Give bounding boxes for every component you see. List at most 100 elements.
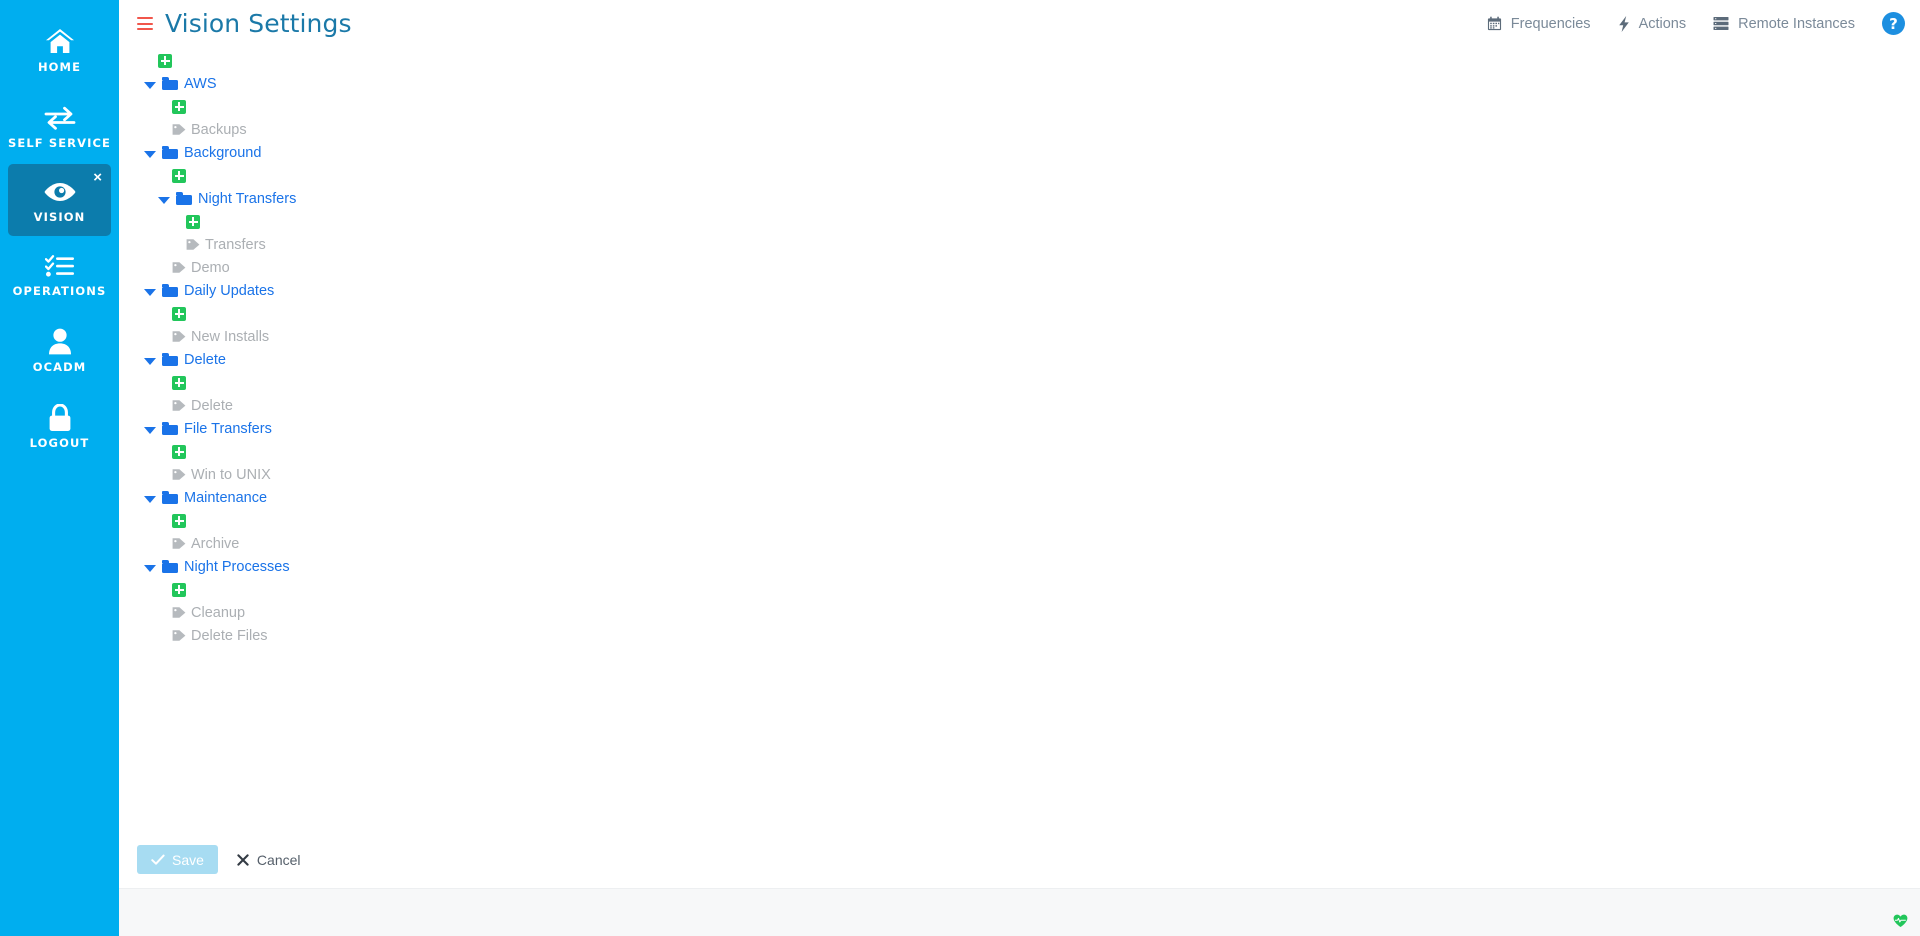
- lightning-bolt-icon: [1618, 15, 1630, 32]
- add-plus-icon[interactable]: [172, 306, 186, 321]
- top-header: Vision Settings Frequencies Actions Remo…: [119, 0, 1920, 47]
- check-icon: [151, 854, 165, 866]
- tag-icon: [172, 468, 186, 481]
- caret-down-icon[interactable]: [143, 146, 156, 159]
- tree-tag-node[interactable]: Archive: [119, 532, 1920, 555]
- nav-remote-instances[interactable]: Remote Instances: [1713, 16, 1855, 32]
- folder-icon: [162, 491, 178, 504]
- tree-add-row: [119, 578, 1920, 601]
- add-plus-icon[interactable]: [186, 214, 200, 229]
- tree-folder-node[interactable]: Maintenance: [119, 486, 1920, 509]
- sidebar-item-ocadm[interactable]: OCADM: [0, 312, 119, 388]
- tag-icon: [172, 123, 186, 136]
- tree-folder-node[interactable]: AWS: [119, 72, 1920, 95]
- tree-folder-node[interactable]: Daily Updates: [119, 279, 1920, 302]
- help-button[interactable]: ?: [1882, 12, 1905, 35]
- tree-tag-label[interactable]: Archive: [191, 536, 239, 552]
- page-title: Vision Settings: [165, 9, 352, 38]
- caret-down-icon[interactable]: [157, 192, 170, 205]
- exchange-arrows-icon: [44, 103, 76, 133]
- tree-folder-label[interactable]: Background: [184, 145, 261, 161]
- nav-actions[interactable]: Actions: [1618, 15, 1686, 32]
- tree-folder-label[interactable]: Delete: [184, 352, 226, 368]
- tree-add-row: [119, 49, 1920, 72]
- add-plus-icon[interactable]: [172, 513, 186, 528]
- sidebar-item-label: OPERATIONS: [12, 283, 107, 298]
- nav-frequencies[interactable]: Frequencies: [1487, 16, 1591, 32]
- add-plus-icon[interactable]: [172, 582, 186, 597]
- caret-down-icon[interactable]: [143, 77, 156, 90]
- tree-tag-label[interactable]: Win to UNIX: [191, 467, 271, 483]
- tree-tag-label[interactable]: Delete: [191, 398, 233, 414]
- tree-tag-node[interactable]: Cleanup: [119, 601, 1920, 624]
- folder-tree: AWS Backups Background Night Transfers Trans…: [119, 49, 1920, 647]
- add-plus-icon[interactable]: [172, 444, 186, 459]
- tree-tag-node[interactable]: Backups: [119, 118, 1920, 141]
- tag-icon: [172, 537, 186, 550]
- folder-icon: [162, 353, 178, 366]
- tag-icon: [172, 399, 186, 412]
- tree-folder-node[interactable]: Background: [119, 141, 1920, 164]
- tree-tag-node[interactable]: Win to UNIX: [119, 463, 1920, 486]
- folder-icon: [162, 422, 178, 435]
- tree-tag-label[interactable]: Demo: [191, 260, 230, 276]
- tree-tag-label[interactable]: Delete Files: [191, 628, 268, 644]
- sidebar-item-vision[interactable]: VISION ×: [8, 164, 111, 236]
- tree-folder-label[interactable]: Night Transfers: [198, 191, 296, 207]
- sidebar-item-home[interactable]: HOME: [0, 12, 119, 88]
- nav-remote-instances-label: Remote Instances: [1738, 15, 1855, 32]
- tree-add-row: [119, 302, 1920, 325]
- tree-add-row: [119, 164, 1920, 187]
- cancel-button[interactable]: Cancel: [227, 845, 311, 874]
- folder-icon: [176, 192, 192, 205]
- tree-folder-label[interactable]: File Transfers: [184, 421, 272, 437]
- caret-down-icon[interactable]: [143, 560, 156, 573]
- sidebar-item-self-service[interactable]: SELF SERVICE: [0, 88, 119, 164]
- cancel-button-label: Cancel: [256, 851, 301, 868]
- save-button[interactable]: Save: [137, 845, 218, 874]
- hamburger-icon[interactable]: [137, 17, 153, 30]
- tree-folder-label[interactable]: AWS: [184, 76, 217, 92]
- settings-tree-panel: AWS Backups Background Night Transfers Trans…: [119, 47, 1920, 845]
- add-plus-icon[interactable]: [158, 53, 172, 68]
- caret-down-icon[interactable]: [143, 491, 156, 504]
- sidebar-close-icon[interactable]: ×: [93, 170, 102, 185]
- tree-folder-label[interactable]: Maintenance: [184, 490, 267, 506]
- tree-folder-node[interactable]: File Transfers: [119, 417, 1920, 440]
- tree-folder-node[interactable]: Night Transfers: [119, 187, 1920, 210]
- heartbeat-icon: [1893, 914, 1908, 928]
- folder-icon: [162, 560, 178, 573]
- sidebar-item-label: SELF SERVICE: [8, 135, 111, 150]
- tree-folder-label[interactable]: Daily Updates: [184, 283, 274, 299]
- tree-tag-node[interactable]: Delete: [119, 394, 1920, 417]
- add-plus-icon[interactable]: [172, 99, 186, 114]
- tree-tag-label[interactable]: New Installs: [191, 329, 269, 345]
- tag-icon: [172, 629, 186, 642]
- main-sidebar: HOME SELF SERVICE VISION × OPERATIONS OCADM LO…: [0, 0, 119, 936]
- sidebar-item-label: OCADM: [32, 359, 87, 374]
- tree-tag-node[interactable]: Demo: [119, 256, 1920, 279]
- tree-add-row: [119, 440, 1920, 463]
- user-icon: [48, 327, 72, 357]
- tree-tag-label[interactable]: Transfers: [205, 237, 266, 253]
- caret-down-icon[interactable]: [143, 353, 156, 366]
- folder-icon: [162, 77, 178, 90]
- tree-folder-label[interactable]: Night Processes: [184, 559, 290, 575]
- tree-tag-node[interactable]: New Installs: [119, 325, 1920, 348]
- footer-strip: [119, 888, 1920, 936]
- tree-folder-node[interactable]: Night Processes: [119, 555, 1920, 578]
- tree-folder-node[interactable]: Delete: [119, 348, 1920, 371]
- tree-tag-label[interactable]: Cleanup: [191, 605, 245, 621]
- tree-tag-node[interactable]: Delete Files: [119, 624, 1920, 647]
- tree-tag-node[interactable]: Transfers: [119, 233, 1920, 256]
- sidebar-item-label: VISION: [33, 209, 86, 224]
- sidebar-top-spacer: [0, 2, 119, 12]
- caret-down-icon[interactable]: [143, 284, 156, 297]
- add-plus-icon[interactable]: [172, 168, 186, 183]
- tree-add-row: [119, 210, 1920, 233]
- sidebar-item-logout[interactable]: LOGOUT: [0, 388, 119, 464]
- sidebar-item-operations[interactable]: OPERATIONS: [0, 236, 119, 312]
- tree-tag-label[interactable]: Backups: [191, 122, 247, 138]
- add-plus-icon[interactable]: [172, 375, 186, 390]
- caret-down-icon[interactable]: [143, 422, 156, 435]
